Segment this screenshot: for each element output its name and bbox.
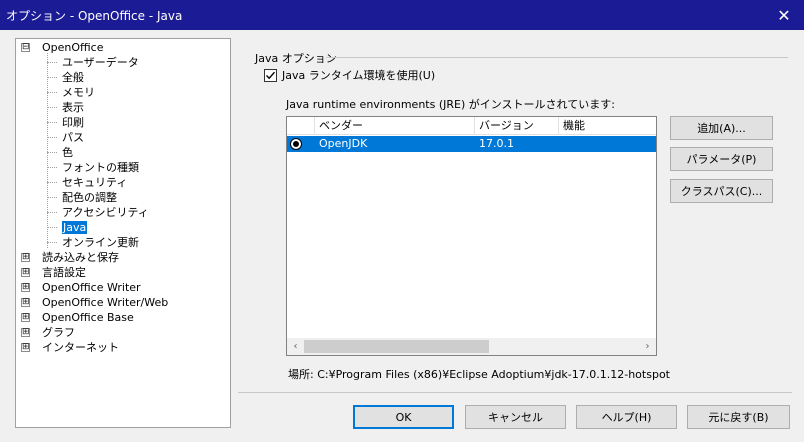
- tree-item-label: OpenOffice Base: [42, 311, 134, 324]
- tree-branch-line: [47, 107, 57, 108]
- jre-location: 場所: C:¥Program Files (x86)¥Eclipse Adopt…: [288, 368, 670, 381]
- footer-divider: [238, 392, 792, 393]
- tree-item-label: OpenOffice Writer/Web: [42, 296, 169, 309]
- tree-expander-icon[interactable]: ⊞: [21, 343, 30, 352]
- reset-button[interactable]: 元に戻す(B): [687, 405, 790, 429]
- tree-item-label: オンライン更新: [62, 236, 139, 249]
- tree-item-label: 色: [62, 146, 73, 159]
- tree-item[interactable]: OpenOffice Writer/Web: [42, 295, 168, 310]
- tree-item[interactable]: Java: [62, 220, 88, 235]
- tree-item[interactable]: フォントの種類: [62, 160, 139, 175]
- tree-branch-line: [47, 182, 57, 183]
- jre-list-label: Java runtime environments (JRE) がインストールさ…: [286, 98, 615, 111]
- tree-branch-line: [47, 242, 57, 243]
- tree-item-label: フォントの種類: [62, 161, 139, 174]
- checkmark-icon: [266, 71, 276, 79]
- add-button[interactable]: 追加(A)...: [670, 116, 773, 140]
- column-header-version[interactable]: バージョン: [475, 117, 559, 135]
- tree-item[interactable]: 読み込みと保存: [42, 250, 119, 265]
- scroll-right-icon[interactable]: ›: [639, 338, 656, 355]
- cancel-button[interactable]: キャンセル: [465, 405, 566, 429]
- tree-item[interactable]: 配色の調整: [62, 190, 117, 205]
- tree-item-label: 全般: [62, 71, 84, 84]
- tree-branch-line: [47, 167, 57, 168]
- help-button[interactable]: ヘルプ(H): [576, 405, 677, 429]
- jre-list-header: ベンダー バージョン 機能: [287, 117, 656, 135]
- tree-branch-line: [47, 227, 57, 228]
- use-jre-label: Java ランタイム環境を使用(U): [282, 69, 436, 82]
- jre-vendor-cell: OpenJDK: [319, 137, 368, 150]
- classpath-button[interactable]: クラスパス(C)...: [670, 179, 773, 203]
- tree-guide-line: [47, 53, 48, 248]
- scroll-left-icon[interactable]: ‹: [287, 338, 304, 355]
- tree-item-label: グラフ: [42, 326, 75, 339]
- tree-item-label: アクセシビリティ: [62, 206, 149, 219]
- ok-button[interactable]: OK: [353, 405, 454, 429]
- use-jre-checkbox-row[interactable]: Java ランタイム環境を使用(U): [264, 68, 435, 82]
- tree-item-label: OpenOffice Writer: [42, 281, 141, 294]
- tree-item-label: ユーザーデータ: [62, 56, 139, 69]
- tree-item[interactable]: 言語設定: [42, 265, 86, 280]
- tree-expander-icon[interactable]: ⊞: [21, 328, 30, 337]
- scroll-thumb[interactable]: [304, 340, 489, 353]
- tree-expander-icon[interactable]: ⊞: [21, 313, 30, 322]
- tree-item[interactable]: 印刷: [62, 115, 84, 130]
- tree-item-label: パス: [62, 131, 84, 144]
- tree-item[interactable]: 色: [62, 145, 73, 160]
- tree-item[interactable]: OpenOffice Writer: [42, 280, 141, 295]
- group-divider: [326, 57, 788, 58]
- tree-item[interactable]: OpenOffice: [42, 40, 104, 55]
- tree-item-label: 言語設定: [42, 266, 86, 279]
- options-tree[interactable]: ⊟ OpenOffice ユーザーデータ 全般メモリ表示印刷パス色フォントの種類 セキュ…: [15, 38, 231, 428]
- tree-item-label: セキュリティ: [62, 176, 128, 189]
- tree-item-label: 表示: [62, 101, 84, 114]
- tree-item[interactable]: 表示: [62, 100, 84, 115]
- tree-branch-line: [47, 122, 57, 123]
- tree-branch-line: [47, 152, 57, 153]
- tree-item[interactable]: オンライン更新: [62, 235, 139, 250]
- column-header-select[interactable]: [287, 117, 315, 135]
- window-title: オプション - OpenOffice - Java: [6, 9, 183, 23]
- tree-item[interactable]: インターネット: [42, 340, 119, 355]
- jre-list[interactable]: ベンダー バージョン 機能 OpenJDK 17.0.1 ‹ ›: [286, 116, 657, 356]
- tree-expander-icon[interactable]: ⊞: [21, 253, 30, 262]
- tree-item-label: インターネット: [42, 341, 119, 354]
- horizontal-scrollbar[interactable]: ‹ ›: [287, 338, 656, 355]
- tree-branch-line: [47, 197, 57, 198]
- tree-expander-icon[interactable]: ⊞: [21, 268, 30, 277]
- jre-version-cell: 17.0.1: [479, 137, 514, 150]
- table-row[interactable]: OpenJDK 17.0.1: [287, 136, 656, 152]
- tree-item[interactable]: アクセシビリティ: [62, 205, 149, 220]
- column-header-vendor[interactable]: ベンダー: [315, 117, 475, 135]
- parameters-button[interactable]: パラメータ(P): [670, 147, 773, 171]
- radio-selected-icon[interactable]: [290, 138, 302, 150]
- tree-item-label: 印刷: [62, 116, 84, 129]
- tree-item[interactable]: パス: [62, 130, 84, 145]
- tree-item-label: OpenOffice: [42, 41, 104, 54]
- group-label: Java オプション: [255, 52, 337, 65]
- tree-branch-line: [47, 92, 57, 93]
- close-icon[interactable]: ✕: [764, 0, 804, 30]
- tree-branch-line: [47, 212, 57, 213]
- tree-item[interactable]: 全般: [62, 70, 84, 85]
- tree-branch-line: [47, 62, 57, 63]
- use-jre-checkbox[interactable]: [264, 68, 277, 82]
- tree-branch-line: [47, 137, 57, 138]
- tree-expander-icon[interactable]: ⊞: [21, 298, 30, 307]
- title-bar: オプション - OpenOffice - Java ✕: [0, 0, 804, 30]
- tree-item-label: Java: [62, 221, 88, 234]
- tree-item-label: 読み込みと保存: [42, 251, 119, 264]
- tree-item[interactable]: メモリ: [62, 85, 95, 100]
- tree-item[interactable]: ユーザーデータ: [62, 55, 139, 70]
- tree-item-label: 配色の調整: [62, 191, 117, 204]
- tree-item[interactable]: セキュリティ: [62, 175, 127, 190]
- tree-item[interactable]: OpenOffice Base: [42, 310, 134, 325]
- tree-expander-icon[interactable]: ⊞: [21, 283, 30, 292]
- tree-expander-icon[interactable]: ⊟: [21, 43, 30, 52]
- tree-item[interactable]: グラフ: [42, 325, 75, 340]
- tree-branch-line: [47, 77, 57, 78]
- column-header-features[interactable]: 機能: [559, 117, 656, 135]
- tree-item-label: メモリ: [62, 86, 95, 99]
